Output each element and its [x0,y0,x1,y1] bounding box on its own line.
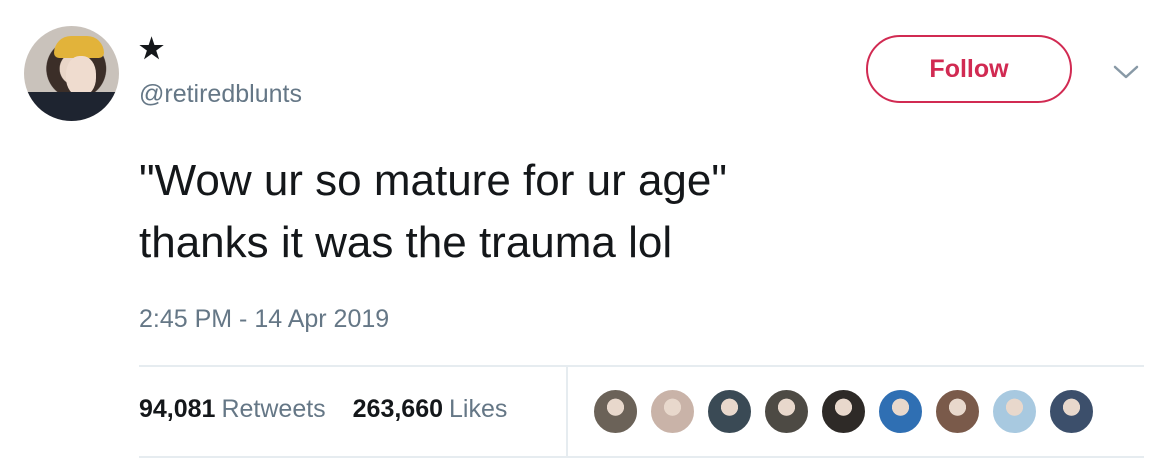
tweet-text: "Wow ur so mature for ur age" thanks it … [139,150,1119,274]
retweets-count: 94,081 [139,395,216,423]
avatar[interactable] [24,26,119,121]
liker-avatar[interactable] [706,388,753,435]
author-display-name[interactable]: ★ [139,34,164,64]
liker-avatar[interactable] [1048,388,1095,435]
tweet-line-2: thanks it was the trauma lol [139,218,673,267]
tweet-line-1: "Wow ur so mature for ur age" [139,156,727,205]
avatar-hat [54,36,104,58]
tweet-timestamp[interactable]: 2:45 PM - 14 Apr 2019 [139,305,389,334]
liker-avatar[interactable] [763,388,810,435]
likes-stat[interactable]: 263,660 Likes [353,395,508,423]
likes-label: Likes [449,395,508,423]
liker-avatar[interactable] [592,388,639,435]
liker-avatar[interactable] [649,388,696,435]
divider [139,456,1144,458]
follow-button[interactable]: Follow [866,35,1072,103]
liker-avatar[interactable] [934,388,981,435]
tweet-stats: 94,081 Retweets 263,660 Likes [139,395,527,424]
likes-count: 263,660 [352,395,444,423]
avatar-jacket [24,92,119,121]
retweets-stat[interactable]: 94,081 Retweets [139,395,333,423]
avatar-face [66,56,96,96]
liker-avatar[interactable] [820,388,867,435]
chevron-down-icon[interactable] [1112,62,1140,82]
liker-avatar[interactable] [991,388,1038,435]
liker-avatars [592,388,1095,436]
retweets-label: Retweets [221,395,326,423]
divider [139,365,1144,367]
author-handle[interactable]: @retiredblunts [139,80,302,109]
liker-avatar[interactable] [877,388,924,435]
stats-separator [566,367,568,456]
